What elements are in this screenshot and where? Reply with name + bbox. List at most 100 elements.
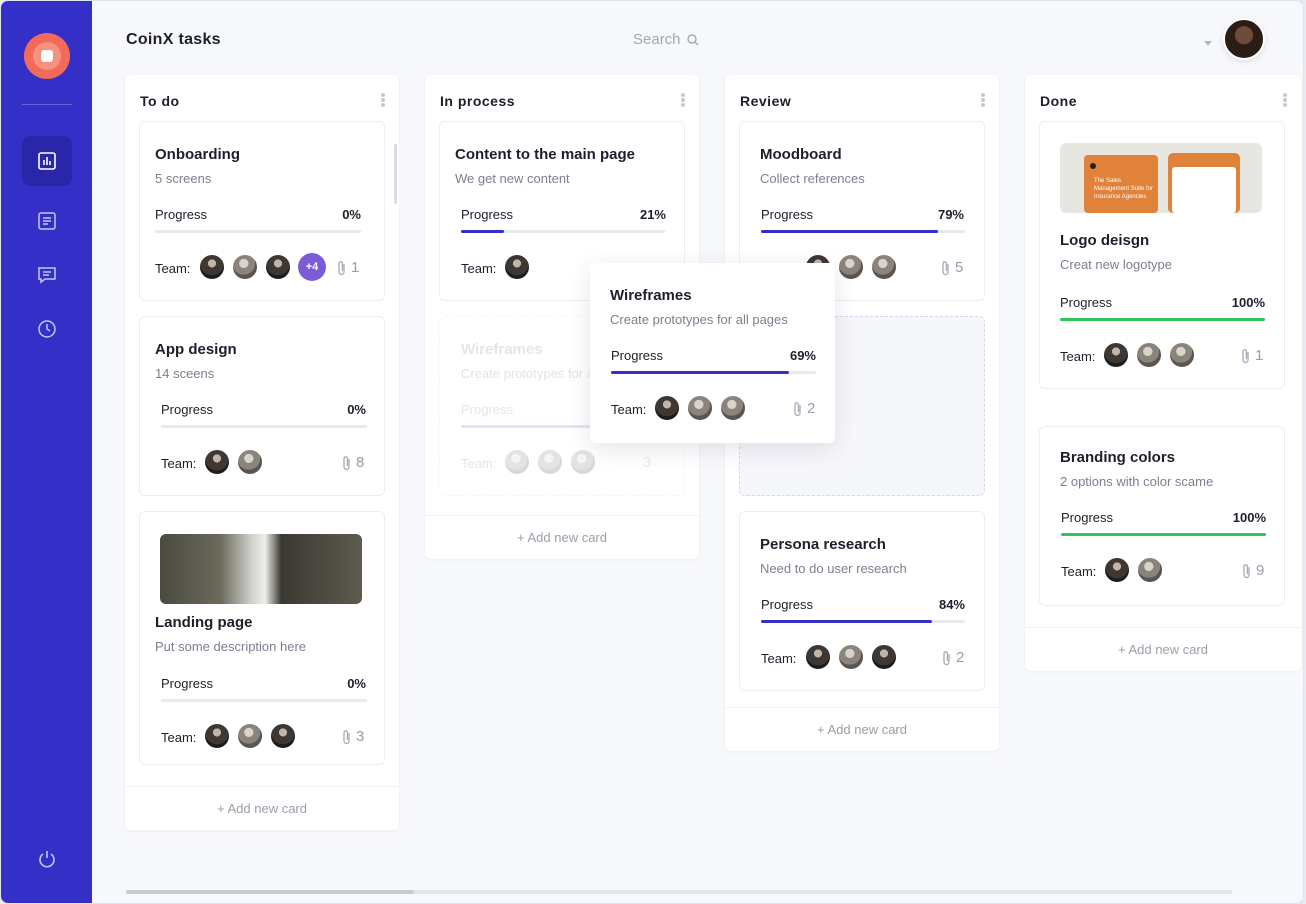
more-icon[interactable] — [1283, 93, 1287, 107]
add-card-button[interactable]: + Add new card — [1025, 627, 1301, 671]
paperclip-icon — [343, 455, 350, 470]
horizontal-scrollbar[interactable] — [126, 890, 1232, 894]
avatar[interactable] — [203, 448, 231, 476]
paperclip-icon — [794, 401, 801, 416]
card-title: Branding colors — [1060, 449, 1176, 466]
avatar[interactable] — [1102, 341, 1130, 369]
task-card[interactable]: Landing page Put some description here P… — [139, 511, 385, 765]
more-icon[interactable] — [981, 93, 985, 107]
chevron-down-icon[interactable] — [1204, 41, 1212, 46]
sidebar — [1, 1, 92, 903]
attachments[interactable]: 1 — [1240, 347, 1263, 364]
task-card[interactable]: Onboarding 5 screens Progress 0% Team: +… — [139, 121, 385, 301]
attachments[interactable]: 5 — [940, 259, 963, 276]
avatar[interactable] — [231, 253, 259, 281]
attachments[interactable]: 2 — [792, 400, 815, 417]
team-label: Team: — [461, 261, 497, 276]
avatar[interactable] — [236, 448, 264, 476]
avatar[interactable] — [198, 253, 226, 281]
sidebar-item-documents[interactable] — [22, 196, 72, 246]
scrollbar[interactable] — [394, 144, 397, 204]
attachment-count: 1 — [351, 259, 360, 276]
scrollbar-thumb[interactable] — [126, 890, 414, 894]
attachments[interactable]: 9 — [1241, 562, 1264, 579]
avatar[interactable] — [264, 253, 292, 281]
avatar[interactable] — [719, 394, 747, 422]
avatar[interactable] — [686, 394, 714, 422]
column-done: Done The Sales Management Suite for Insu… — [1025, 75, 1301, 671]
power-icon — [39, 851, 55, 868]
attachments[interactable]: 2 — [941, 649, 964, 666]
avatar[interactable] — [503, 253, 531, 281]
avatar[interactable] — [1168, 341, 1196, 369]
team-label: Team: — [155, 261, 191, 276]
task-card[interactable]: Branding colors 2 options with color sca… — [1039, 426, 1285, 606]
attachment-count: 3 — [356, 728, 365, 745]
sidebar-item-history[interactable] — [22, 304, 72, 354]
paperclip-icon — [1243, 563, 1250, 578]
logout-button[interactable] — [22, 834, 72, 884]
column-title: To do — [140, 93, 180, 109]
more-icon[interactable] — [681, 93, 685, 107]
add-card-button[interactable]: + Add new card — [125, 786, 399, 830]
more-icon[interactable] — [381, 93, 385, 107]
progress-value: 69% — [789, 348, 816, 363]
avatar[interactable] — [870, 643, 898, 671]
team-label: Team: — [1060, 349, 1096, 364]
avatar[interactable] — [1135, 341, 1163, 369]
image-phone-screen — [1172, 167, 1236, 213]
task-card[interactable]: The Sales Management Suite for Insurance… — [1039, 121, 1285, 389]
document-icon — [38, 212, 56, 230]
avatar[interactable] — [203, 722, 231, 750]
avatar[interactable] — [236, 722, 264, 750]
add-card-button[interactable]: + Add new card — [425, 515, 699, 559]
attachments[interactable]: 1 — [336, 259, 359, 276]
paperclip-icon — [1242, 348, 1249, 363]
image-phone — [1168, 153, 1240, 213]
extra-members-badge[interactable]: +4 — [298, 253, 326, 281]
task-card[interactable]: Persona research Need to do user researc… — [739, 511, 985, 691]
avatar — [503, 448, 531, 476]
card-title: Logo deisgn — [1060, 232, 1150, 249]
column-title: Review — [740, 93, 792, 109]
attachments[interactable]: 3 — [341, 728, 364, 745]
avatar[interactable] — [870, 253, 898, 281]
paperclip-icon — [943, 650, 950, 665]
attachments[interactable]: 8 — [341, 454, 364, 471]
add-card-button[interactable]: + Add new card — [725, 707, 999, 751]
card-image: The Sales Management Suite for Insurance… — [1060, 143, 1262, 213]
sidebar-divider — [22, 104, 72, 105]
progress-bar — [155, 230, 361, 233]
chart-icon — [38, 152, 56, 170]
avatar[interactable] — [837, 643, 865, 671]
card-subtitle: 2 options with color scame — [1060, 474, 1214, 489]
card-title: Wireframes — [461, 341, 543, 358]
avatar — [536, 448, 564, 476]
avatar[interactable] — [837, 253, 865, 281]
card-title: Moodboard — [760, 146, 842, 163]
page-title: CoinX tasks — [126, 31, 221, 48]
card-subtitle: Collect references — [760, 171, 865, 186]
app-logo[interactable] — [24, 33, 70, 79]
avatar[interactable] — [269, 722, 297, 750]
card-subtitle: Creat new logotype — [1060, 257, 1173, 272]
card-title: Onboarding — [155, 146, 240, 163]
task-card[interactable]: App design 14 sceens Progress 0% Team: 8 — [139, 316, 385, 496]
sidebar-item-messages[interactable] — [22, 250, 72, 300]
progress-value: 79% — [937, 207, 964, 222]
avatar[interactable] — [804, 643, 832, 671]
card-title: Content to the main page — [455, 146, 635, 163]
avatar[interactable] — [1136, 556, 1164, 584]
attachment-count: 5 — [955, 259, 964, 276]
column-title: In process — [440, 93, 516, 109]
avatar[interactable] — [1103, 556, 1131, 584]
search-placeholder: Search — [633, 31, 681, 48]
avatar[interactable] — [653, 394, 681, 422]
search-input[interactable]: Search — [633, 31, 699, 48]
sidebar-item-dashboard[interactable] — [22, 136, 72, 186]
attachment-count: 9 — [1256, 562, 1265, 579]
dragged-card[interactable]: Wireframes Create prototypes for all pag… — [590, 263, 835, 443]
progress-bar — [1061, 533, 1266, 536]
avatar[interactable] — [1223, 18, 1265, 60]
card-subtitle: 5 screens — [155, 171, 212, 186]
